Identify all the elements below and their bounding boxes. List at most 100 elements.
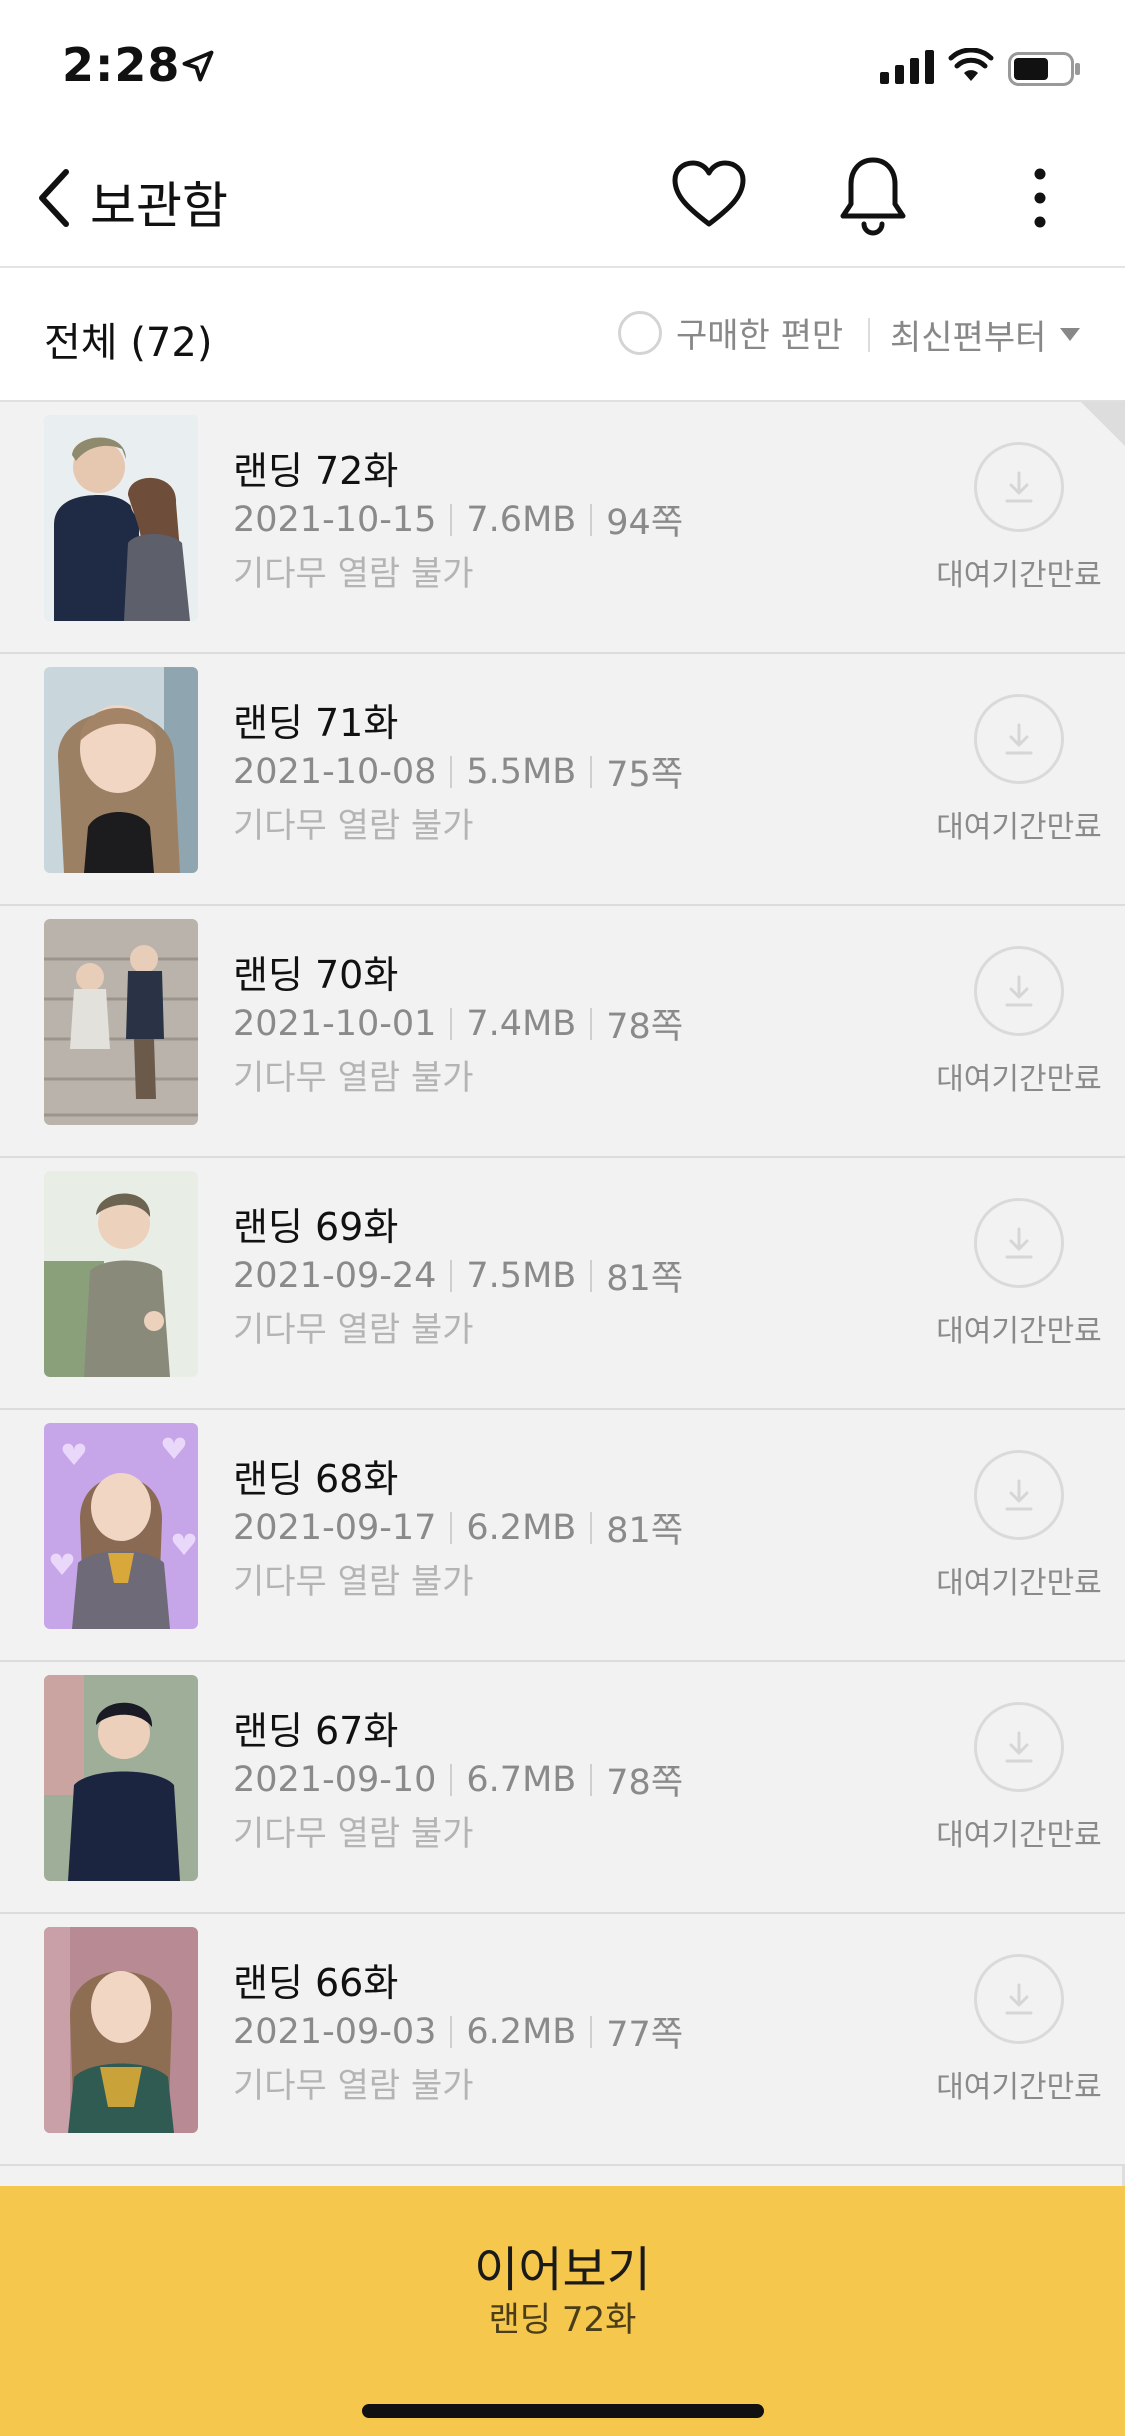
sort-dropdown[interactable]: 최신편부터 — [890, 310, 1081, 359]
continue-episode: 랜딩 72화 — [488, 2300, 637, 2340]
episode-date: 2021-09-24 — [233, 1255, 437, 1296]
download-icon — [1005, 723, 1033, 755]
rental-expired-label: 대여기간만료 — [936, 558, 1102, 593]
download-button[interactable] — [974, 1954, 1064, 2044]
episode-thumbnail — [44, 1423, 198, 1629]
episode-pages: 81쪽 — [606, 1259, 684, 1299]
meta-separator — [450, 755, 453, 788]
bell-icon[interactable] — [838, 154, 908, 236]
episode-meta: 2021-10-01 7.4MB 78쪽 — [233, 998, 683, 1049]
corner-fold — [1081, 402, 1125, 446]
meta-separator — [450, 1763, 453, 1796]
radio-button[interactable] — [618, 310, 662, 355]
meta-separator — [450, 503, 453, 536]
status-bar: 2:28 — [0, 0, 1125, 130]
episode-pages: 75쪽 — [606, 755, 684, 795]
episode-status: 기다무 열람 불가 — [233, 1310, 474, 1350]
episode-title: 랜딩 72화 — [233, 449, 399, 493]
episode-meta: 2021-09-10 6.7MB 78쪽 — [233, 1754, 683, 1805]
episode-title: 랜딩 68화 — [233, 1457, 399, 1501]
purchased-only-toggle[interactable]: 구매한 편만 — [618, 308, 843, 357]
download-icon — [1005, 471, 1033, 503]
episode-meta: 2021-09-17 6.2MB 81쪽 — [233, 1502, 683, 1553]
download-icon — [1005, 975, 1033, 1007]
episode-meta: 2021-09-03 6.2MB 77쪽 — [233, 2006, 683, 2057]
episode-date: 2021-10-08 — [233, 751, 437, 792]
episode-pages: 81쪽 — [606, 1511, 684, 1551]
download-button[interactable] — [974, 442, 1064, 532]
download-icon — [1005, 1479, 1033, 1511]
meta-separator — [450, 2015, 453, 2048]
list-item[interactable]: 랜딩 71화 2021-10-08 5.5MB 75쪽 기다무 열람 불가 대여기간… — [0, 654, 1125, 906]
episode-size: 7.5MB — [466, 1255, 577, 1296]
meta-separator — [590, 1511, 593, 1544]
list-item[interactable]: 랜딩 70화 2021-10-01 7.4MB 78쪽 기다무 열람 불가 대여기간… — [0, 906, 1125, 1158]
episode-title: 랜딩 71화 — [233, 701, 399, 745]
continue-reading-button[interactable]: 이어보기 랜딩 72화 — [0, 2186, 1125, 2436]
episode-size: 7.4MB — [466, 1003, 577, 1044]
episode-list: 랜딩 72화 2021-10-15 7.6MB 94쪽 기다무 열람 불가 대여기간… — [0, 402, 1125, 2166]
list-item[interactable]: 랜딩 72화 2021-10-15 7.6MB 94쪽 기다무 열람 불가 대여기간… — [0, 402, 1125, 654]
list-item[interactable]: 랜딩 68화 2021-09-17 6.2MB 81쪽 기다무 열람 불가 대여기간… — [0, 1410, 1125, 1662]
episode-date: 2021-09-17 — [233, 1507, 437, 1548]
download-icon — [1005, 1983, 1033, 2015]
sort-label: 최신편부터 — [890, 318, 1047, 358]
continue-label: 이어보기 — [474, 2242, 651, 2298]
episode-thumbnail — [44, 919, 198, 1125]
episode-meta: 2021-10-08 5.5MB 75쪽 — [233, 746, 683, 797]
episode-date: 2021-09-10 — [233, 1759, 437, 1800]
list-item[interactable]: 랜딩 66화 2021-09-03 6.2MB 77쪽 기다무 열람 불가 대여기간… — [0, 1914, 1125, 2166]
episode-thumbnail — [44, 667, 198, 873]
list-item[interactable]: 랜딩 69화 2021-09-24 7.5MB 81쪽 기다무 열람 불가 대여기간… — [0, 1158, 1125, 1410]
battery-icon — [1008, 52, 1080, 86]
meta-separator — [590, 1007, 593, 1040]
all-count-label: 전체 (72) — [44, 320, 213, 366]
download-button[interactable] — [974, 1198, 1064, 1288]
download-icon — [1005, 1227, 1033, 1259]
more-vertical-icon[interactable] — [1022, 166, 1058, 230]
episode-status: 기다무 열람 불가 — [233, 1814, 474, 1854]
rental-expired-label: 대여기간만료 — [936, 1818, 1102, 1853]
location-arrow-icon — [182, 50, 214, 82]
episode-pages: 78쪽 — [606, 1763, 684, 1803]
rental-expired-label: 대여기간만료 — [936, 810, 1102, 845]
nav-bar: 보관함 — [0, 130, 1125, 268]
episode-pages: 77쪽 — [606, 2015, 684, 2055]
list-item[interactable]: 랜딩 67화 2021-09-10 6.7MB 78쪽 기다무 열람 불가 대여기간… — [0, 1662, 1125, 1914]
back-button[interactable] — [24, 162, 84, 234]
meta-separator — [450, 1511, 453, 1544]
heart-icon[interactable] — [670, 158, 748, 230]
cellular-signal-icon — [880, 50, 934, 84]
download-button[interactable] — [974, 1702, 1064, 1792]
episode-title: 랜딩 67화 — [233, 1709, 399, 1753]
status-time: 2:28 — [62, 38, 181, 92]
episode-status: 기다무 열람 불가 — [233, 2066, 474, 2106]
filter-bar: 전체 (72) 구매한 편만 최신편부터 — [0, 268, 1125, 402]
episode-date: 2021-09-03 — [233, 2011, 437, 2052]
download-button[interactable] — [974, 1450, 1064, 1540]
episode-pages: 78쪽 — [606, 1007, 684, 1047]
episode-meta: 2021-09-24 7.5MB 81쪽 — [233, 1250, 683, 1301]
chevron-left-icon — [39, 169, 69, 227]
episode-size: 7.6MB — [466, 499, 577, 540]
download-button[interactable] — [974, 694, 1064, 784]
rental-expired-label: 대여기간만료 — [936, 2070, 1102, 2105]
filter-divider — [868, 318, 870, 352]
download-icon — [1005, 1731, 1033, 1763]
rental-expired-label: 대여기간만료 — [936, 1314, 1102, 1349]
episode-status: 기다무 열람 불가 — [233, 1058, 474, 1098]
meta-separator — [590, 503, 593, 536]
meta-separator — [450, 1259, 453, 1292]
episode-status: 기다무 열람 불가 — [233, 1562, 474, 1602]
rental-expired-label: 대여기간만료 — [936, 1566, 1102, 1601]
episode-size: 5.5MB — [466, 751, 577, 792]
caret-down-icon — [1060, 328, 1081, 341]
meta-separator — [590, 2015, 593, 2048]
download-button[interactable] — [974, 946, 1064, 1036]
episode-thumbnail — [44, 1675, 198, 1881]
episode-thumbnail — [44, 1927, 198, 2133]
home-indicator[interactable] — [362, 2404, 764, 2418]
meta-separator — [590, 1259, 593, 1292]
purchased-only-label: 구매한 편만 — [676, 316, 844, 356]
episode-size: 6.2MB — [466, 1507, 577, 1548]
